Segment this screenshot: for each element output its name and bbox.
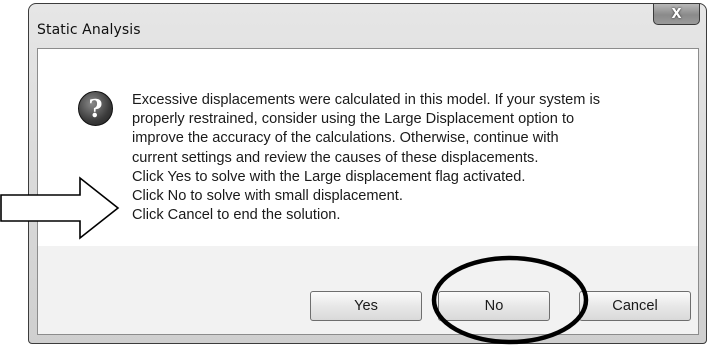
cancel-button[interactable]: Cancel [579, 291, 691, 321]
canvas: Static Analysis X ? Excessive displaceme… [0, 0, 714, 354]
message-line: Click Yes to solve with the Large displa… [132, 168, 526, 185]
yes-button[interactable]: Yes [310, 291, 422, 321]
title-bar[interactable]: Static Analysis X [29, 4, 706, 48]
dialog-title: Static Analysis [37, 22, 141, 38]
message-line: Click No to solve with small displacemen… [132, 188, 403, 205]
message-line: improve the accuracy of the calculations… [132, 130, 559, 147]
close-button[interactable]: X [653, 4, 700, 25]
dialog-window: Static Analysis X ? Excessive displaceme… [28, 3, 707, 344]
question-glyph: ? [88, 93, 103, 123]
message-line: current settings and review the causes o… [132, 149, 539, 166]
highlight-ellipse [431, 255, 589, 345]
right-arrow-icon [0, 176, 120, 240]
message-area: ? Excessive displacements were calculate… [38, 49, 698, 246]
message-line: Click Cancel to end the solution. [132, 207, 341, 224]
question-icon: ? [78, 91, 113, 126]
close-icon: X [671, 6, 682, 22]
dialog-client-area: ? Excessive displacements were calculate… [37, 48, 699, 335]
message-text: Excessive displacements were calculated … [132, 91, 692, 225]
message-line: Excessive displacements were calculated … [132, 92, 600, 108]
message-line: properly restrained, consider using the … [132, 111, 575, 128]
